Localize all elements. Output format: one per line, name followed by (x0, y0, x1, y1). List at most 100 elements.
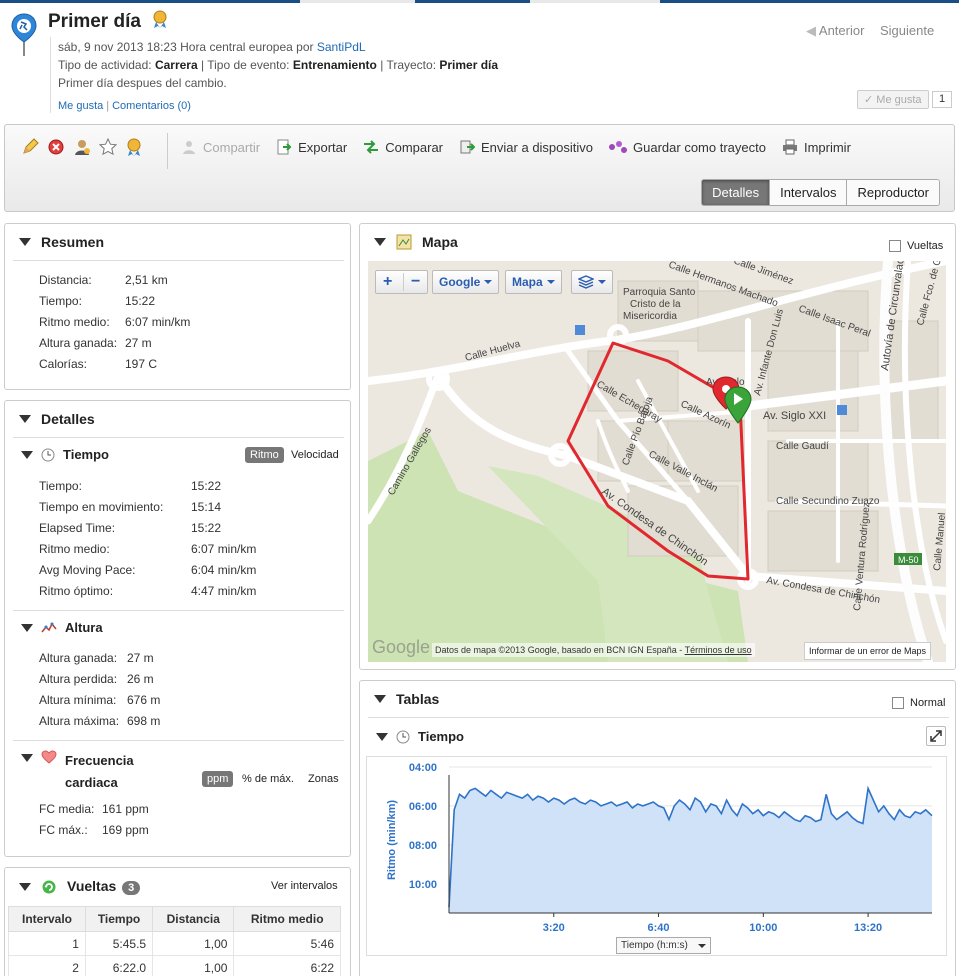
activity-meta: sáb, 9 nov 2013 18:23 Hora central europ… (58, 40, 366, 54)
max-hr-value: 169 ppm (102, 823, 149, 837)
lap-time: 6:22.0 (84, 955, 154, 976)
calories-value: 197 C (125, 357, 158, 371)
summary-title: Resumen (41, 234, 105, 250)
page-title-text: Primer día (48, 11, 141, 33)
star-icon[interactable] (99, 138, 117, 156)
activity-toolbar: Compartir Exportar Comparar Enviar a dis… (4, 124, 955, 212)
time-chart-header[interactable]: Tiempo (376, 729, 464, 744)
best-pace-label: Ritmo óptimo: (39, 584, 114, 598)
time-chart-title: Tiempo (418, 729, 464, 744)
zoom-in-button[interactable]: + (376, 273, 399, 291)
avg-pace-value: 6:07 min/km (125, 315, 191, 329)
moving-time-label: Tiempo en movimiento: (39, 500, 164, 514)
print-button[interactable]: Imprimir (782, 139, 851, 155)
laps-checkbox-label: Vueltas (907, 240, 944, 252)
time-value: 15:22 (125, 294, 156, 308)
column-header[interactable]: Ritmo medio (233, 906, 341, 932)
map-terms-link[interactable]: Términos de uso (685, 645, 752, 655)
x-tick-label: 13:20 (854, 922, 882, 934)
send-to-device-button[interactable]: Enviar a dispositivo (459, 139, 593, 155)
poi-label: Cristo de la (630, 299, 681, 310)
transit-icon (575, 325, 585, 335)
details-header[interactable]: Detalles (19, 411, 95, 427)
view-intervals-link[interactable]: Ver intervalos (271, 880, 338, 892)
award-icon[interactable] (125, 138, 143, 156)
hr-percent-max-toggle[interactable]: % de máx. (237, 771, 299, 787)
activity-date: sáb, 9 nov 2013 18:23 Hora central europ… (58, 40, 314, 54)
heart-rate-section-title: Frecuencia cardiaca (65, 750, 134, 794)
laps-table: Intervalo Tiempo Distancia Ritmo medio 1… (8, 906, 341, 976)
min-elevation-value: 676 m (127, 693, 161, 707)
author-link[interactable]: SantiPdL (317, 40, 366, 54)
y-tick-label: 10:00 (409, 879, 437, 891)
map-provider-select[interactable]: Google (432, 270, 500, 294)
social-links: Me gusta | Comentarios (0) (58, 100, 191, 112)
transit-icon (837, 405, 847, 415)
like-button[interactable]: ✓ Me gusta (857, 90, 929, 109)
x-axis-select[interactable]: Tiempo (h:m:s) (616, 937, 711, 954)
printer-icon (782, 139, 797, 155)
map-report-error-link[interactable]: Informar de un error de Maps (804, 642, 932, 660)
share-label: Compartir (203, 139, 261, 155)
share-icon (183, 141, 195, 154)
comments-link[interactable]: Comentarios (0) (112, 100, 191, 112)
caret-down-icon (484, 280, 493, 284)
laps-header[interactable]: Vueltas 3 (19, 878, 141, 895)
altitude-section-header[interactable]: Altura (21, 620, 103, 635)
avg-pace-label: Ritmo medio: (39, 315, 110, 329)
heart-icon (41, 750, 57, 764)
elevation-gain-value: 27 m (127, 651, 154, 665)
altitude-section-title: Altura (65, 620, 103, 635)
tab-details[interactable]: Detalles (702, 180, 770, 205)
map-title: Mapa (422, 234, 458, 250)
normal-checkbox[interactable]: Normal (892, 697, 945, 709)
avg-moving-pace-value: 6:04 min/km (191, 563, 257, 577)
column-header[interactable]: Distancia (152, 906, 235, 932)
zoom-controls: + − (375, 270, 428, 294)
elevation-gain-label: Altura ganada: (39, 336, 118, 350)
route-map[interactable]: Calle Hermanos Machado Calle Jiménez Par… (368, 261, 946, 662)
max-elevation-value: 698 m (127, 714, 161, 728)
tables-header[interactable]: Tablas (374, 691, 439, 707)
laps-checkbox[interactable]: Vueltas (889, 240, 943, 252)
hr-zones-toggle[interactable]: Zonas (303, 771, 344, 787)
street-label: Calle Gaudí (776, 441, 829, 452)
tab-intervals[interactable]: Intervalos (769, 180, 847, 205)
summary-header[interactable]: Resumen (19, 234, 104, 250)
share-button[interactable]: Compartir (181, 139, 260, 155)
user-badge-icon[interactable] (73, 138, 91, 156)
pace-toggle[interactable]: Ritmo (245, 447, 284, 463)
previous-link[interactable]: ◀ Anterior (806, 23, 864, 39)
lap-distance: 1,00 (152, 931, 235, 956)
column-header[interactable]: Intervalo (8, 906, 86, 932)
map-header[interactable]: Mapa (374, 234, 458, 250)
heart-rate-section-header[interactable]: Frecuencia cardiaca (21, 750, 134, 794)
speed-toggle[interactable]: Velocidad (286, 447, 344, 463)
header-divider (50, 37, 51, 113)
map-layers-button[interactable] (571, 270, 613, 294)
table-row[interactable]: 1 5:45.5 1,00 5:46 (8, 931, 341, 956)
activity-description: Primer día despues del cambio. (58, 76, 227, 90)
elevation-gain-value: 27 m (125, 336, 152, 350)
collapse-triangle-icon (376, 732, 388, 741)
route-link[interactable]: Primer día (439, 58, 498, 72)
tab-player[interactable]: Reproductor (846, 180, 939, 205)
time-section-header[interactable]: Tiempo (21, 447, 109, 462)
delete-icon[interactable] (47, 138, 65, 156)
save-as-route-button[interactable]: Guardar como trayecto (609, 139, 766, 155)
laps-title: Vueltas (67, 878, 117, 894)
column-header[interactable]: Tiempo (84, 906, 154, 932)
edit-pencil-icon[interactable] (21, 138, 39, 156)
hr-ppm-toggle[interactable]: ppm (202, 771, 234, 787)
zoom-out-button[interactable]: − (403, 273, 427, 291)
best-pace-value: 4:47 min/km (191, 584, 257, 598)
next-link[interactable]: Siguiente (880, 23, 934, 38)
table-row[interactable]: 2 6:22.0 1,00 6:22 (8, 955, 341, 976)
pace-chart: 04:00 06:00 08:00 10:00 3:20 6:40 10:00 13:20 … (366, 756, 947, 956)
summary-panel: Resumen Distancia: 2,51 km Tiempo: 15:22 R… (4, 223, 351, 390)
compare-button[interactable]: Comparar (363, 139, 443, 155)
map-type-select[interactable]: Mapa (505, 270, 562, 294)
like-link[interactable]: Me gusta (58, 100, 103, 112)
export-button[interactable]: Exportar (276, 139, 347, 155)
expand-chart-button[interactable] (926, 726, 946, 746)
